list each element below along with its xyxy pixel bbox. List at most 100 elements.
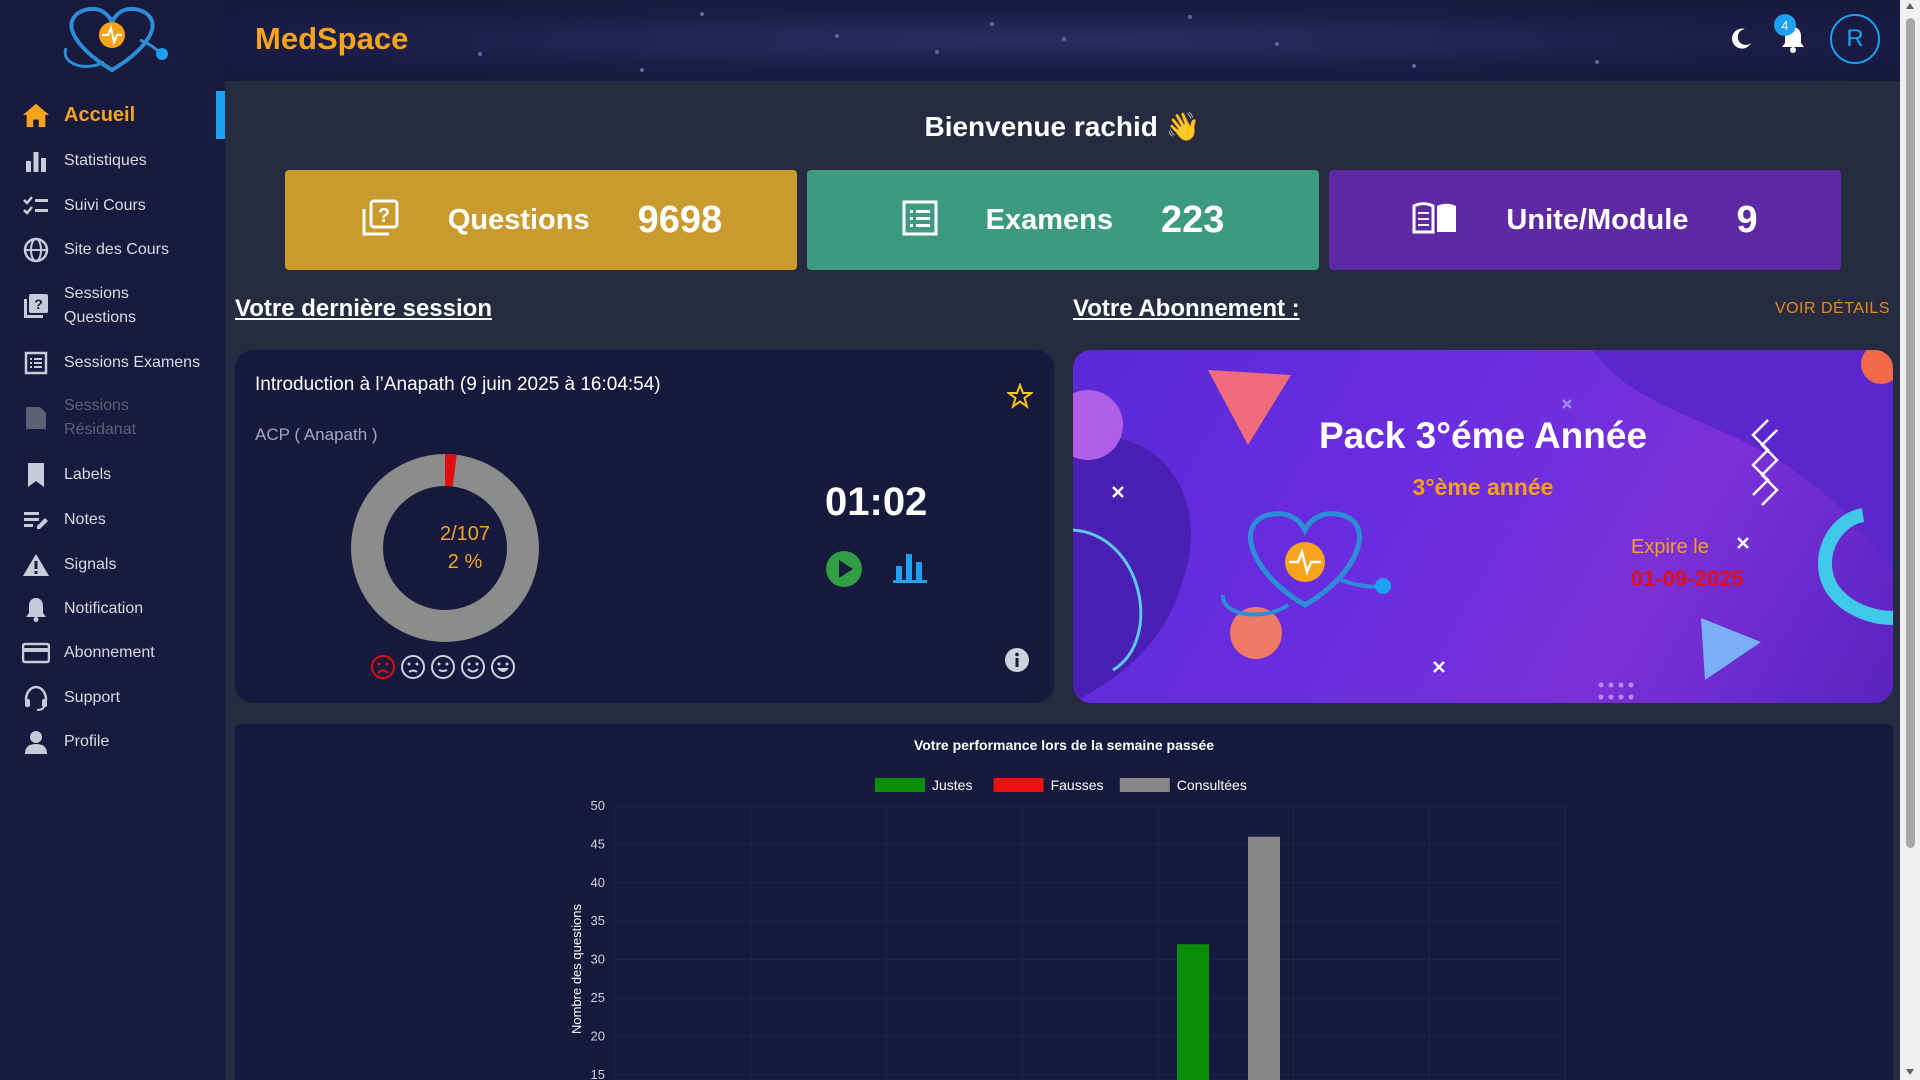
session-subtitle: ACP ( Anapath ) (255, 425, 378, 444)
last-session-heading: Votre dernière session (235, 295, 492, 322)
decor-star (478, 52, 482, 56)
voir-details-link[interactable]: VOIR DÉTAILS (1775, 300, 1890, 318)
note-edit-icon (22, 506, 50, 534)
y-tick-label: 25 (591, 990, 605, 1005)
progress-count: 2/107 (439, 523, 491, 545)
legend-label[interactable]: Fausses (1051, 777, 1104, 793)
resume-play-button[interactable] (825, 550, 863, 593)
stat-card-questions[interactable]: ? Questions 9698 (285, 170, 797, 270)
sidebar-item-label: Statistiques (64, 152, 147, 169)
chart-title: Votre performance lors de la semaine pas… (914, 737, 1214, 753)
pack-title: Pack 3°éme Année (1318, 415, 1648, 456)
y-tick-label: 40 (591, 875, 605, 890)
svg-text:?: ? (378, 205, 390, 227)
y-tick-label: 35 (591, 913, 605, 928)
sidebar-item-sessions-questions[interactable]: ? Sessions Questions (0, 281, 225, 331)
decor-star (1062, 37, 1066, 41)
y-tick-label: 45 (591, 836, 605, 851)
sidebar-item-labels[interactable]: Labels (0, 461, 225, 489)
sidebar-item-statistiques[interactable]: Statistiques (0, 147, 225, 175)
dark-mode-toggle[interactable] (1726, 24, 1756, 54)
chart-bar-consultées[interactable] (1248, 836, 1280, 1080)
pack-subtitle: 3°ème année (1412, 474, 1554, 500)
subscription-card[interactable]: Pack 3°éme Année 3°ème année Expire le 0… (1073, 350, 1893, 703)
top-actions: 4 R (1726, 14, 1880, 64)
sidebar-item-label: Accueil (64, 103, 136, 126)
app-title: MedSpace (255, 21, 409, 56)
decor-star (1595, 60, 1599, 64)
last-session-card[interactable]: Introduction à l’Anapath (9 juin 2025 à … (235, 350, 1054, 703)
sidebar-item-label: Labels (64, 466, 112, 483)
play-icon (826, 551, 862, 587)
legend-label[interactable]: Justes (932, 777, 972, 793)
neutral-face-icon[interactable] (430, 654, 456, 680)
star-favorite-icon[interactable] (1005, 382, 1035, 414)
active-indicator (216, 91, 225, 139)
y-axis-ticks: 50 45 40 35 30 25 20 15 (591, 798, 605, 1080)
sidebar-item-signals[interactable]: Signals (0, 551, 225, 579)
info-icon[interactable] (1004, 647, 1030, 678)
open-book-icon (1412, 200, 1458, 241)
home-icon (22, 101, 50, 129)
notifications-button[interactable]: 4 (1774, 14, 1808, 54)
y-tick-label: 15 (591, 1067, 605, 1080)
globe-icon (22, 236, 50, 264)
sidebar-item-label: Abonnement (64, 644, 155, 661)
warning-icon (22, 551, 50, 579)
sidebar-item-accueil[interactable]: Accueil (0, 91, 225, 139)
list-icon (902, 200, 938, 241)
sidebar-item-label: Signals (64, 556, 117, 573)
decor-star (835, 34, 839, 38)
session-timer: 01:02 (825, 480, 928, 524)
legend-label[interactable]: Consultées (1177, 777, 1247, 793)
decor-star (1275, 42, 1279, 46)
bookmark-icon (22, 461, 50, 489)
scroll-down-icon[interactable] (1905, 1068, 1915, 1076)
decor-star (640, 68, 644, 72)
avatar[interactable]: R (1830, 14, 1880, 64)
chart-grid (614, 805, 1566, 1080)
welcome-heading: Bienvenue rachid 👋 (924, 111, 1201, 142)
decor-star (935, 50, 939, 54)
sidebar-item-sessions-examens[interactable]: Sessions Examens (0, 349, 225, 377)
decor-star (990, 22, 994, 26)
sidebar-item-support[interactable]: Support (0, 684, 225, 712)
session-stats-button[interactable] (893, 550, 927, 589)
very-sad-face-icon[interactable] (370, 654, 396, 680)
scrollbar-thumb[interactable] (1906, 18, 1915, 848)
sidebar-item-notification[interactable]: Notification (0, 595, 225, 623)
sidebar-item-label: Sessions Examens (64, 354, 201, 371)
sidebar-item-profile[interactable]: Profile (0, 728, 225, 756)
performance-chart: Votre performance lors de la semaine pas… (569, 737, 1566, 1080)
list-icon (22, 349, 50, 377)
legend-swatch[interactable] (993, 778, 1044, 792)
sidebar-item-abonnement[interactable]: Abonnement (0, 639, 225, 667)
svg-text:?: ? (34, 296, 43, 312)
question-book-icon: ? (360, 198, 400, 243)
vertical-scrollbar[interactable] (1900, 0, 1920, 1080)
legend-swatch[interactable] (875, 778, 925, 792)
y-axis-label: Nombre des questions (569, 903, 584, 1034)
decor-star (1188, 15, 1192, 19)
sidebar-item-suivi-cours[interactable]: Suivi Cours (0, 192, 225, 220)
decor-star (1412, 64, 1416, 68)
sad-face-icon[interactable] (400, 654, 426, 680)
scroll-up-icon[interactable] (1905, 2, 1915, 10)
person-icon (22, 728, 50, 756)
rating-smileys (370, 654, 516, 680)
sidebar-item-notes[interactable]: Notes (0, 506, 225, 534)
progress-text: 2/107 2 % (385, 520, 545, 576)
stat-value: 9 (1736, 198, 1758, 241)
very-happy-face-icon[interactable] (490, 654, 516, 680)
logo[interactable] (0, 0, 225, 81)
session-title: Introduction à l’Anapath (9 juin 2025 à … (255, 374, 661, 395)
stat-card-unite-module[interactable]: Unite/Module 9 (1329, 170, 1841, 270)
stat-label: Examens (985, 203, 1113, 236)
stat-card-examens[interactable]: Examens 223 (807, 170, 1319, 270)
decor-star (700, 12, 704, 16)
sidebar-item-site-des-cours[interactable]: Site des Cours (0, 236, 225, 264)
legend-swatch[interactable] (1119, 778, 1170, 792)
sidebar-item-label: Sessions Résidanat (64, 397, 137, 438)
happy-face-icon[interactable] (460, 654, 486, 680)
chart-bar-justes[interactable] (1177, 944, 1209, 1080)
